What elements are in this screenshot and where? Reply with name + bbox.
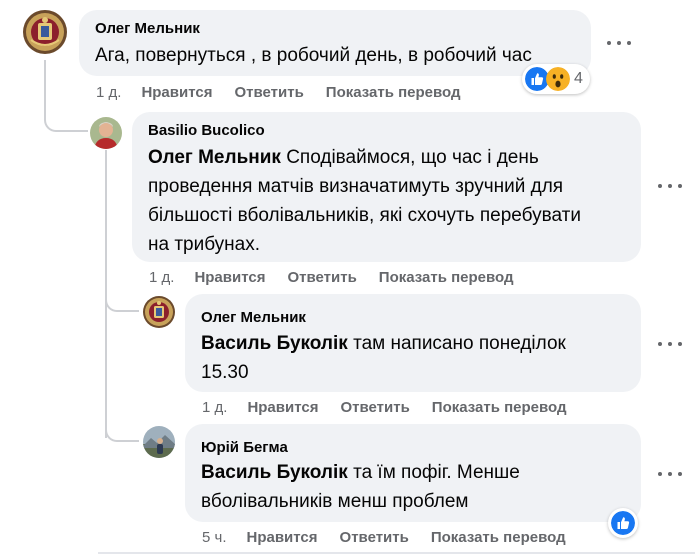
- comment-author[interactable]: Олег Мельник: [201, 309, 306, 326]
- comment-actions: 1 д. Нравится Ответить Показать перевод: [149, 267, 536, 287]
- thread-line-branch-1: [105, 288, 139, 312]
- person-avatar-icon: [90, 117, 122, 149]
- comment-text: Василь Буколік там написано понеділок 15…: [201, 329, 566, 387]
- text-line: на трибунах.: [148, 234, 261, 255]
- like-button[interactable]: Нравится: [247, 529, 318, 546]
- text-line: та їм пофіг. Менше: [347, 462, 520, 483]
- text-line: там написано понеділок: [347, 333, 566, 354]
- comment-timestamp[interactable]: 5 ч.: [202, 529, 227, 546]
- comment-text: Олег Мельник Сподіваймося, що час і день…: [148, 143, 581, 259]
- comment-actions: 1 д. Нравится Ответить Показать перевод: [202, 397, 589, 417]
- avatar[interactable]: [23, 10, 67, 54]
- reactions-summary[interactable]: [608, 508, 638, 538]
- reactions-summary[interactable]: 4: [522, 64, 590, 94]
- text-line: вболівальників менш проблем: [201, 491, 469, 512]
- comment-actions: 1 д. Нравится Ответить Показать перевод: [96, 82, 483, 102]
- reactions-count: 4: [574, 70, 583, 87]
- translate-button[interactable]: Показать перевод: [379, 269, 514, 286]
- text-line: 15.30: [201, 362, 249, 383]
- avatar[interactable]: [90, 117, 122, 149]
- comment-author[interactable]: Basilio Bucolico: [148, 122, 265, 139]
- more-options-button[interactable]: [658, 467, 682, 481]
- mention-link[interactable]: Василь Буколік: [201, 333, 348, 354]
- text-line: проведення матчів визначатимуть зручний …: [148, 176, 564, 197]
- comment-author[interactable]: Олег Мельник: [95, 20, 200, 37]
- reply-button[interactable]: Ответить: [340, 399, 409, 416]
- section-divider: [98, 552, 695, 554]
- more-options-button[interactable]: [607, 36, 631, 50]
- more-options-button[interactable]: [658, 337, 682, 351]
- emblem-avatar-icon: [23, 10, 67, 54]
- translate-button[interactable]: Показать перевод: [431, 529, 566, 546]
- text-line: Сподіваймося, що час і день: [280, 147, 539, 168]
- reply-button[interactable]: Ответить: [234, 84, 303, 101]
- reply-button[interactable]: Ответить: [287, 269, 356, 286]
- translate-button[interactable]: Показать перевод: [326, 84, 461, 101]
- avatar[interactable]: [143, 296, 175, 328]
- mention-link[interactable]: Василь Буколік: [201, 462, 348, 483]
- thread-line-branch-2: [105, 418, 139, 442]
- text-line: більшості вболівальників, які схочуть пе…: [148, 205, 581, 226]
- comment-text: Ага, повернуться , в робочий день, в роб…: [95, 45, 532, 66]
- wow-icon: [546, 67, 570, 91]
- like-button[interactable]: Нравится: [247, 399, 318, 416]
- translate-button[interactable]: Показать перевод: [432, 399, 567, 416]
- like-icon: [611, 511, 635, 535]
- reply-button[interactable]: Ответить: [340, 529, 409, 546]
- comment-timestamp[interactable]: 1 д.: [96, 84, 121, 101]
- emblem-avatar-icon: [143, 296, 175, 328]
- thread-line-main: [44, 60, 88, 132]
- comment-timestamp[interactable]: 1 д.: [202, 399, 227, 416]
- like-button[interactable]: Нравится: [194, 269, 265, 286]
- comment-timestamp[interactable]: 1 д.: [149, 269, 174, 286]
- comment-author[interactable]: Юрій Бегма: [201, 439, 288, 456]
- outdoor-photo-avatar-icon: [143, 426, 175, 458]
- comment-actions: 5 ч. Нравится Ответить Показать перевод: [202, 527, 588, 547]
- more-options-button[interactable]: [658, 179, 682, 193]
- comment-text: Василь Буколік та їм пофіг. Менше вболів…: [201, 458, 520, 516]
- avatar[interactable]: [143, 426, 175, 458]
- mention-link[interactable]: Олег Мельник: [148, 147, 281, 168]
- like-button[interactable]: Нравится: [141, 84, 212, 101]
